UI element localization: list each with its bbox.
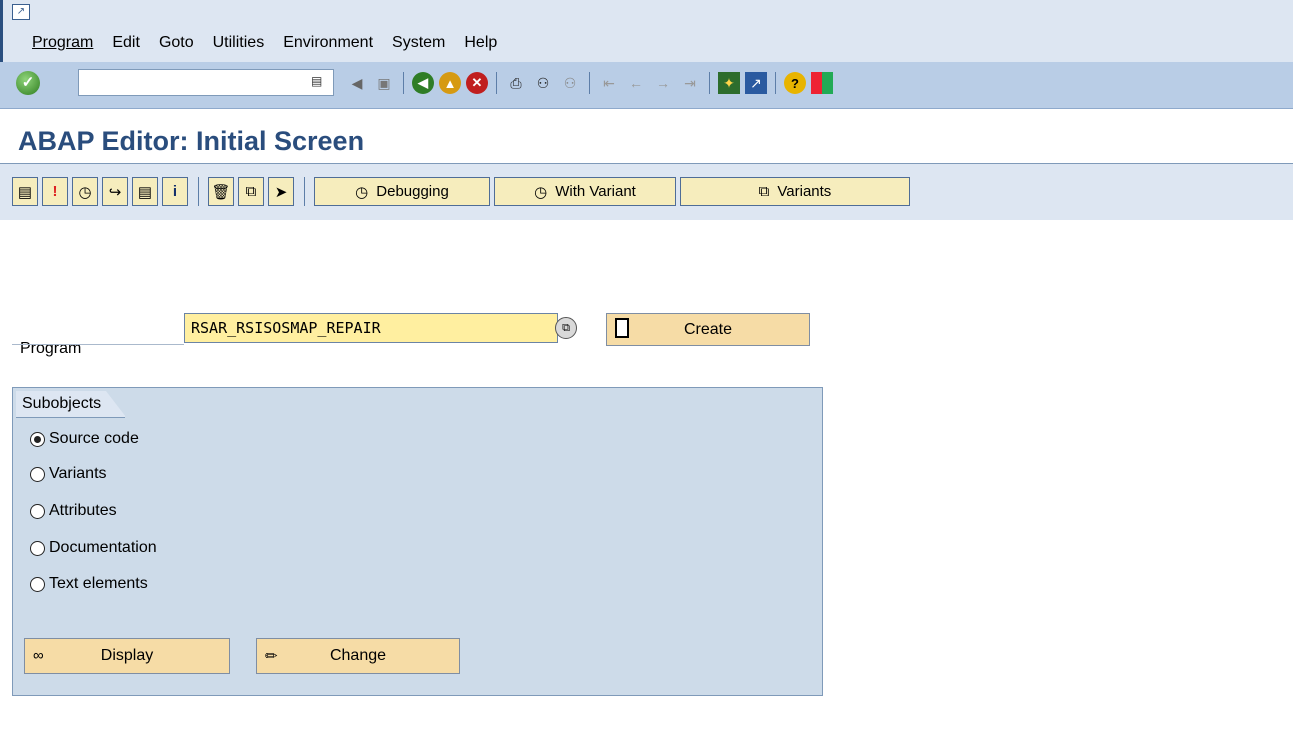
subobjects-title: Subobjects [16, 391, 127, 418]
program-label: Program [20, 340, 82, 357]
previous-page-icon[interactable]: ← [625, 72, 647, 94]
first-page-icon[interactable]: ⇤ [598, 72, 620, 94]
value-help-icon[interactable]: ⧉ [555, 317, 577, 339]
radio-label: Text elements [49, 575, 148, 592]
toolbar-separator [198, 177, 199, 206]
change-button[interactable]: ✏ Change [256, 638, 460, 674]
program-input[interactable]: RSAR_RSISOSMAP_REPAIR [184, 313, 558, 343]
toolbar-separator [709, 72, 710, 94]
menu-edit[interactable]: Edit [112, 34, 140, 52]
with-variant-button[interactable]: ◷ With Variant [494, 177, 676, 206]
back-green-icon[interactable]: ◀ [412, 72, 434, 94]
rename-icon[interactable]: ➤ [268, 177, 294, 206]
shortcut-icon[interactable]: ↗ [745, 72, 767, 94]
radio-icon [30, 503, 45, 519]
radio-label: Attributes [49, 502, 117, 519]
system-menu-icon[interactable]: ↗ [12, 4, 30, 20]
menu-help[interactable]: Help [464, 34, 497, 52]
radio-icon [30, 576, 45, 592]
window-edge [0, 0, 3, 62]
radio-label: Source code [49, 430, 139, 447]
display-button[interactable]: ∞ Display [24, 638, 230, 674]
pencil-icon: ✏ [265, 648, 278, 665]
standard-toolbar-icons: ◀ ▣ ◀ ▲ ✕ ⎙ ⚇ ⚇ ⇤ ← → ⇥ ✦ ↗ ? [346, 70, 838, 96]
next-page-icon[interactable]: → [652, 72, 674, 94]
customize-layout-icon[interactable] [811, 72, 833, 94]
menu-system[interactable]: System [392, 34, 445, 52]
debug-icon: ◷ [355, 183, 369, 201]
exit-icon[interactable]: ▲ [439, 72, 461, 94]
toolbar-separator [496, 72, 497, 94]
toolbar-separator [403, 72, 404, 94]
save-icon[interactable]: ▣ [373, 72, 395, 94]
cancel-icon[interactable]: ✕ [466, 72, 488, 94]
radio-variants[interactable]: Variants [30, 465, 107, 483]
radio-text-elements[interactable]: Text elements [30, 575, 148, 593]
menu: Program Edit Goto Utilities Environment … [32, 34, 516, 52]
menu-program[interactable]: Program [32, 34, 93, 52]
program-label-underline [12, 344, 184, 345]
create-session-icon[interactable]: ✦ [718, 72, 740, 94]
change-label: Change [329, 647, 387, 664]
find-next-icon[interactable]: ⚇ [559, 72, 581, 94]
last-page-icon[interactable]: ⇥ [679, 72, 701, 94]
menu-goto[interactable]: Goto [159, 34, 194, 52]
execute-icon[interactable]: ◷ [72, 177, 98, 206]
radio-documentation[interactable]: Documentation [30, 539, 157, 557]
radio-source-code[interactable]: Source code [30, 430, 139, 448]
debugging-button[interactable]: ◷ Debugging [314, 177, 490, 206]
other-object-icon[interactable]: ▤ [12, 177, 38, 206]
display-label: Display [100, 647, 154, 664]
check-icon[interactable]: ! [42, 177, 68, 206]
where-used-icon[interactable]: ↪ [102, 177, 128, 206]
create-label: Create [683, 320, 733, 338]
glasses-icon: ∞ [33, 647, 44, 664]
variants-label: Variants [777, 183, 832, 200]
print-icon[interactable]: ⎙ [505, 72, 527, 94]
page-title: ABAP Editor: Initial Screen [18, 126, 365, 156]
copy-icon[interactable]: ⧉ [238, 177, 264, 206]
object-list-icon[interactable]: ▤ [132, 177, 158, 206]
delete-icon[interactable]: 🗑 [208, 177, 234, 206]
toolbar-separator [589, 72, 590, 94]
radio-selected-icon [30, 431, 45, 447]
debugging-label: Debugging [376, 183, 449, 200]
command-history-icon[interactable]: ▤ [311, 74, 323, 90]
with-variant-label: With Variant [555, 183, 636, 200]
find-icon[interactable]: ⚇ [532, 72, 554, 94]
enter-icon[interactable]: ✓ [16, 71, 40, 95]
info-icon[interactable]: i [162, 177, 188, 206]
help-icon[interactable]: ? [784, 72, 806, 94]
toolbar-separator [775, 72, 776, 94]
radio-icon [30, 540, 45, 556]
variants-icon: ⧉ [758, 183, 770, 200]
menu-environment[interactable]: Environment [283, 34, 373, 52]
execute-variant-icon: ◷ [534, 183, 548, 201]
new-document-icon [615, 318, 629, 338]
radio-attributes[interactable]: Attributes [30, 502, 117, 520]
variants-button[interactable]: ⧉ Variants [680, 177, 910, 206]
menu-bar: ↗ Program Edit Goto Utilities Environmen… [0, 0, 1293, 62]
create-button[interactable]: Create [606, 313, 810, 346]
menu-utilities[interactable]: Utilities [213, 34, 265, 52]
radio-icon [30, 466, 45, 482]
radio-label: Variants [49, 465, 107, 482]
command-field[interactable] [78, 69, 334, 96]
back-icon[interactable]: ◀ [346, 72, 368, 94]
toolbar-separator [304, 177, 305, 206]
radio-label: Documentation [49, 539, 157, 556]
